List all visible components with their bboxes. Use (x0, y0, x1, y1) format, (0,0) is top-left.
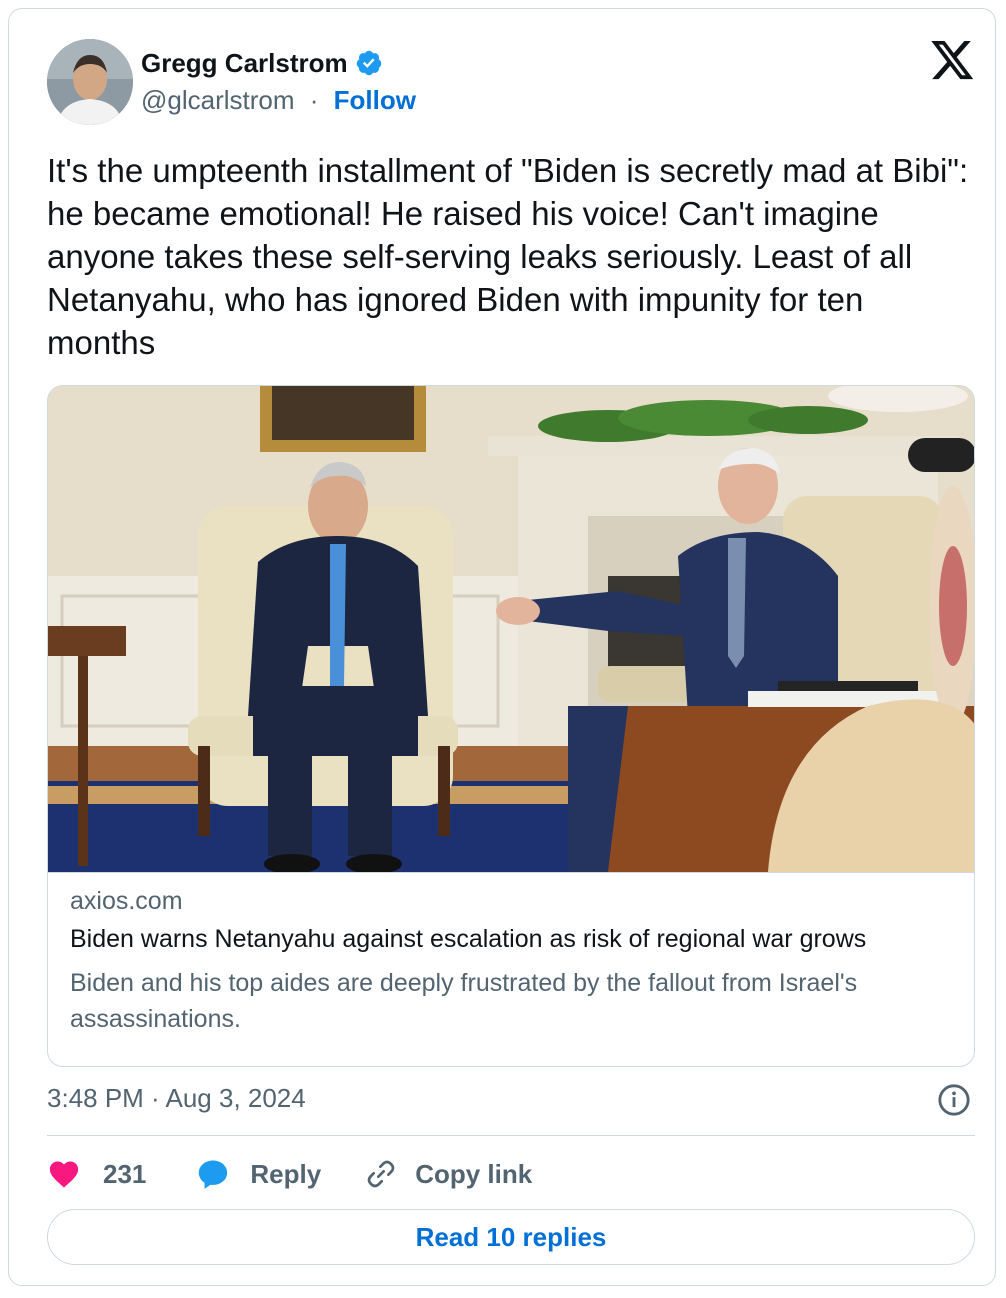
link-title[interactable]: Biden warns Netanyahu against escalation… (70, 925, 866, 954)
copy-link-label: Copy link (415, 1158, 533, 1189)
reply-bubble-icon (199, 1160, 228, 1189)
like-count: 231 (103, 1158, 147, 1189)
tweet-text: It's the umpteenth installment of "Biden… (47, 152, 969, 361)
read-replies-button[interactable]: Read 10 replies (47, 1209, 975, 1265)
follow-button[interactable]: Follow (334, 85, 416, 115)
link-domain: axios.com (70, 887, 183, 915)
handle-separator: · (309, 85, 319, 115)
x-logo-icon[interactable] (931, 41, 975, 81)
link-description: Biden and his top aides are deeply frust… (70, 969, 858, 1033)
reply-button[interactable]: Reply (196, 1157, 321, 1191)
reply-label: Reply (250, 1158, 322, 1189)
avatar[interactable] (47, 39, 133, 125)
link-card[interactable]: axios.com Biden warns Netanyahu against … (47, 385, 975, 1067)
tweet-card: Gregg Carlstrom @glcarlstrom · Follow It… (8, 8, 996, 1286)
link-preview[interactable]: axios.com Biden warns Netanyahu against … (48, 872, 974, 1066)
heart-icon (49, 1161, 79, 1188)
verified-badge-icon (356, 50, 381, 76)
author-handle[interactable]: @glcarlstrom (141, 85, 295, 115)
like-button[interactable]: 231 (47, 1157, 146, 1191)
tweet-timestamp[interactable]: 3:48 PM · Aug 3, 2024 (47, 1083, 306, 1114)
action-bar: 231 Reply Copy link (47, 1153, 532, 1195)
copy-link-button[interactable]: Copy link (365, 1158, 532, 1190)
article-photo[interactable] (48, 386, 975, 872)
divider (47, 1135, 975, 1136)
link-icon (367, 1160, 395, 1188)
info-icon[interactable] (937, 1083, 971, 1117)
author-name[interactable]: Gregg Carlstrom (141, 48, 348, 79)
